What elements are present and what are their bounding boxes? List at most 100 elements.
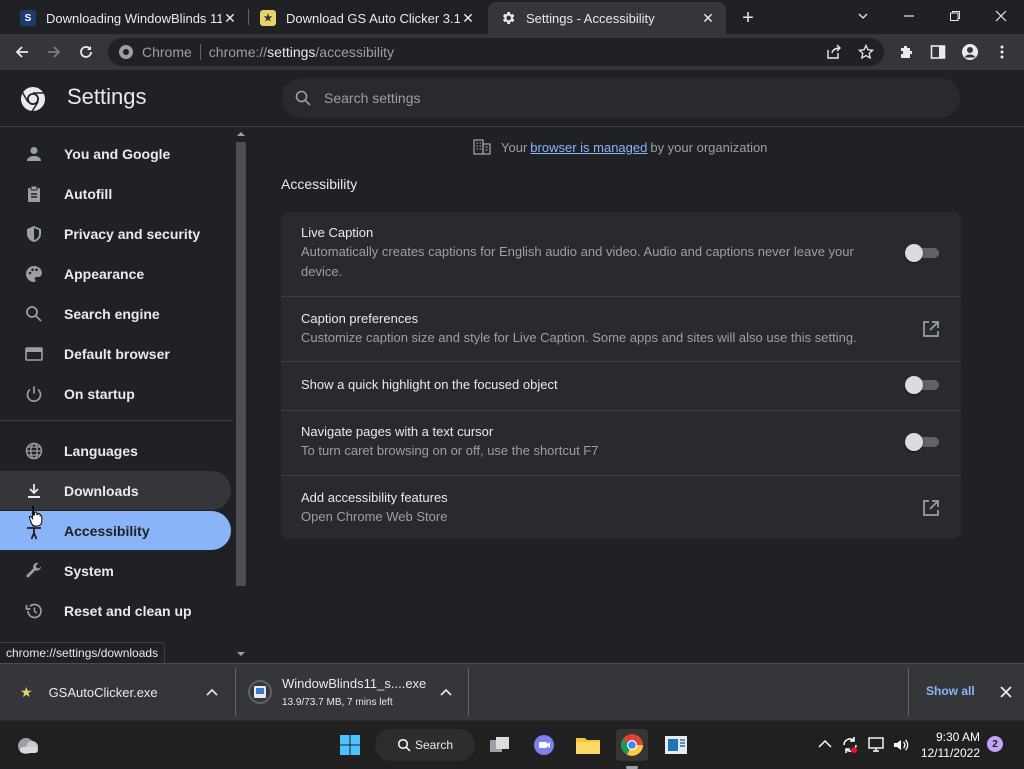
live-caption-toggle[interactable] [905,244,939,262]
live-caption-row[interactable]: Live Caption Automatically creates capti… [281,212,961,296]
download-item-windowblinds[interactable]: WindowBlinds11_s....exe 13.9/73.7 MB, 7 … [236,664,468,720]
gs-auto-clicker-icon: ★ [260,10,276,26]
teams-chat-icon[interactable] [528,729,560,761]
extensions-icon[interactable] [892,38,920,66]
sidebar-item-languages[interactable]: Languages [0,431,231,470]
volume-icon[interactable] [892,736,910,754]
scroll-up-arrow-icon[interactable] [236,130,246,138]
download-divider [908,668,909,716]
reload-button[interactable] [72,38,100,66]
forward-button[interactable] [40,38,68,66]
tab-search-button[interactable] [840,0,886,32]
search-icon [24,304,44,324]
download-divider [468,668,469,716]
site-label: Chrome [142,44,192,60]
row-description: Open Chrome Web Store [301,509,448,524]
sidebar-item-reset-and-clean-up[interactable]: Reset and clean up [0,591,231,630]
clock-date: 12/11/2022 [920,746,980,760]
chevron-up-icon[interactable] [440,687,452,697]
file-explorer-icon[interactable] [572,729,604,761]
chevron-up-icon[interactable] [206,687,218,697]
caption-preferences-row[interactable]: Caption preferences Customize caption si… [281,296,961,361]
status-bubble-url: chrome://settings/downloads [0,642,166,663]
tab-windowblinds[interactable]: S Downloading WindowBlinds 11 : ✕ [8,2,248,34]
browser-managed-link[interactable]: browser is managed [530,140,647,155]
sidebar-item-label: Search engine [64,305,160,322]
show-all-downloads-button[interactable]: Show all [926,684,975,698]
network-icon[interactable] [868,736,886,754]
scrollbar-thumb[interactable] [236,142,246,586]
sidebar-item-system[interactable]: System [0,551,231,590]
chrome-logo-icon [20,86,46,112]
sidebar-item-label: Appearance [64,265,145,282]
download-item-gsautoclicker[interactable]: ★ GSAutoClicker.exe [0,664,235,720]
settings-header: Settings [0,70,1024,127]
minimize-button[interactable] [886,0,932,32]
row-title: Navigate pages with a text cursor [301,424,494,439]
new-tab-button[interactable]: + [736,6,760,30]
search-icon [397,738,411,752]
tab-settings-accessibility[interactable]: Settings - Accessibility ✕ [488,2,726,34]
chrome-menu-icon[interactable] [988,38,1016,66]
tab-title: Settings - Accessibility [526,10,655,26]
sidebar-item-default-browser[interactable]: Default browser [0,334,231,373]
person-icon [24,144,44,164]
focus-highlight-row[interactable]: Show a quick highlight on the focused ob… [281,361,961,410]
external-link-icon[interactable] [921,498,941,518]
download-icon [24,481,44,501]
scroll-down-arrow-icon[interactable] [236,650,246,658]
tab-strip: S Downloading WindowBlinds 11 : ✕ ★ Down… [0,0,1024,34]
weather-widget-icon[interactable] [12,729,44,761]
show-hidden-icons-chevron-icon[interactable] [818,739,832,749]
sync-status-icon[interactable] [840,735,860,755]
taskbar-search-button[interactable]: Search [375,729,475,761]
search-settings-box[interactable] [282,78,960,118]
sidebar-scrollbar[interactable] [233,128,249,663]
close-window-button[interactable] [978,0,1024,32]
close-icon[interactable]: ✕ [460,10,476,26]
section-title: Accessibility [281,176,358,192]
close-icon[interactable]: ✕ [222,10,238,26]
caret-browsing-row[interactable]: Navigate pages with a text cursor To tur… [281,410,961,475]
system-clock[interactable]: 9:30 AM 12/11/2022 [918,729,980,761]
caret-browsing-toggle[interactable] [905,433,939,451]
search-input[interactable] [324,90,924,106]
notification-count-badge[interactable]: 2 [987,736,1003,752]
sidebar-item-search-engine[interactable]: Search engine [0,294,231,333]
app-taskbar-icon[interactable] [660,729,692,761]
chrome-taskbar-icon[interactable] [616,729,648,761]
sidebar-item-you-and-google[interactable]: You and Google [0,134,231,173]
profile-avatar-icon[interactable] [956,38,984,66]
sidebar-item-privacy-and-security[interactable]: Privacy and security [0,214,231,253]
sidebar-item-label: Languages [64,442,138,459]
tab-title: Download GS Auto Clicker 3.1.4 [286,10,460,26]
stardock-icon: S [20,10,36,26]
close-shelf-icon[interactable] [1000,686,1012,698]
accessibility-settings-card: Live Caption Automatically creates capti… [281,212,961,539]
installer-file-icon [254,686,266,698]
windows-taskbar: Search 9:30 AM 12/11/2022 [0,720,1024,769]
omnibox-divider [199,44,201,60]
windows-start-icon[interactable] [334,729,366,761]
add-accessibility-features-row[interactable]: Add accessibility features Open Chrome W… [281,475,961,539]
row-title: Add accessibility features [301,490,448,505]
tab-gs-auto-clicker[interactable]: ★ Download GS Auto Clicker 3.1.4 ✕ [248,2,486,34]
url-path: /accessibility [315,44,394,60]
external-link-icon[interactable] [921,319,941,339]
url-scheme: chrome:// [208,44,268,60]
bookmark-star-icon[interactable] [858,44,874,60]
sidebar-item-appearance[interactable]: Appearance [0,254,231,293]
focus-highlight-toggle[interactable] [905,376,939,394]
close-icon[interactable]: ✕ [700,10,716,26]
sidebar-item-on-startup[interactable]: On startup [0,374,231,413]
sidebar-item-autofill[interactable]: Autofill [0,174,231,213]
managed-browser-notice: Your browser is managed by your organiza… [473,139,767,155]
sidebar-divider [0,420,233,421]
address-bar[interactable]: Chrome chrome://settings/accessibility [108,38,884,66]
managed-prefix: Your [501,139,528,155]
task-view-icon[interactable] [484,729,516,761]
side-panel-icon[interactable] [924,38,952,66]
restore-button[interactable] [932,0,978,32]
back-button[interactable] [8,38,36,66]
share-icon[interactable] [826,44,842,60]
